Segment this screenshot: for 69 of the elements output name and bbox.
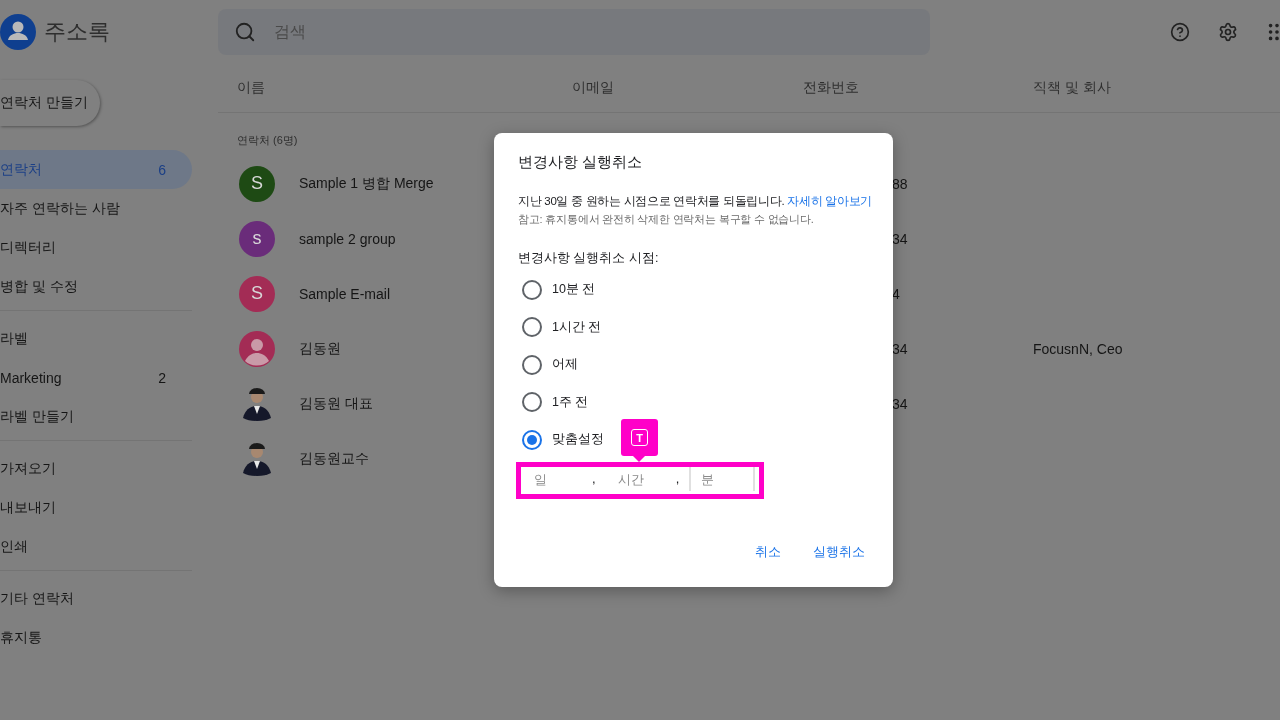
radio-button[interactable] bbox=[522, 392, 542, 413]
radio-label: 1주 전 bbox=[552, 393, 589, 411]
sidebar-item[interactable]: 자주 연락하는 사람 bbox=[0, 189, 192, 228]
contact-name: 김동원 bbox=[299, 339, 341, 358]
section-label: 연락처 (6명) bbox=[236, 133, 299, 148]
create-contact-button[interactable]: 연락처 만들기 bbox=[0, 80, 100, 126]
radio-label: 1시간 전 bbox=[552, 318, 602, 336]
sidebar-item-label: 디렉터리 bbox=[0, 238, 56, 257]
sidebar-item-count: 2 bbox=[158, 369, 166, 386]
sidebar-item-label: 자주 연락하는 사람 bbox=[0, 199, 120, 218]
column-header[interactable]: 이메일 bbox=[572, 79, 803, 97]
separator: , bbox=[675, 470, 680, 487]
search-icon bbox=[234, 21, 256, 43]
sidebar-item[interactable]: 병합 및 수정 bbox=[0, 267, 192, 306]
radio-label: 어제 bbox=[552, 356, 578, 374]
sidebar-item[interactable]: 가져오기 bbox=[0, 449, 192, 488]
sidebar-item-label: 인쇄 bbox=[0, 537, 28, 556]
sidebar-item[interactable]: Marketing 2 bbox=[0, 358, 192, 397]
dialog-prompt: 변경사항 실행취소 시점: bbox=[518, 250, 660, 267]
avatar: S bbox=[239, 165, 275, 202]
phone-cell: 34 bbox=[892, 340, 908, 357]
sidebar-item-label: 가져오기 bbox=[0, 459, 56, 478]
radio-label: 맞춤설정 bbox=[552, 431, 604, 449]
contact-name: Sample 1 병합 Merge bbox=[299, 174, 434, 193]
avatar: S bbox=[239, 275, 275, 312]
radio-button[interactable] bbox=[522, 317, 542, 338]
radio-button[interactable] bbox=[522, 279, 542, 300]
avatar: s bbox=[239, 220, 275, 257]
column-header[interactable]: 직책 및 회사 bbox=[1033, 79, 1280, 97]
dialog-note: 참고: 휴지통에서 완전히 삭제한 연락처는 복구할 수 없습니다. bbox=[518, 212, 815, 227]
sidebar-item[interactable]: 인쇄 bbox=[0, 527, 192, 566]
sidebar-item-label: Marketing bbox=[0, 369, 62, 386]
help-icon[interactable] bbox=[1170, 22, 1190, 42]
sidebar-item-label: 휴지통 bbox=[0, 628, 42, 647]
phone-cell: 34 bbox=[892, 395, 908, 412]
phone-cell: 4 bbox=[892, 285, 900, 302]
sidebar-item-label: 내보내기 bbox=[0, 498, 56, 517]
sidebar-item-label: 라벨 bbox=[0, 329, 28, 348]
radio-button[interactable] bbox=[522, 354, 542, 375]
contact-name: 김동원교수 bbox=[299, 449, 369, 468]
radio-button[interactable] bbox=[522, 429, 542, 450]
radio-label: 10분 전 bbox=[552, 281, 596, 299]
phone-cell: 34 bbox=[892, 230, 908, 247]
sidebar-item[interactable]: 디렉터리 bbox=[0, 228, 192, 267]
dialog-title: 변경사항 실행취소 bbox=[518, 153, 644, 172]
dialog-button[interactable]: 실행취소 bbox=[809, 541, 869, 563]
sidebar-item[interactable]: 내보내기 bbox=[0, 488, 192, 527]
sidebar-item-label: 기타 연락처 bbox=[0, 589, 74, 608]
sidebar-item-count: 6 bbox=[158, 161, 166, 178]
annotation-label: T bbox=[631, 429, 648, 446]
settings-icon[interactable] bbox=[1218, 22, 1238, 42]
company-cell-text: FocusnN, Ceo bbox=[1033, 340, 1124, 357]
contacts-logo-icon bbox=[0, 14, 36, 50]
sidebar-item-label: 연락처 bbox=[0, 160, 42, 179]
sidebar-item-label: 병합 및 수정 bbox=[0, 277, 78, 296]
sidebar-item-label: 라벨 만들기 bbox=[0, 407, 74, 426]
contact-name: Sample E-mail bbox=[299, 285, 391, 302]
app-title: 주소록 bbox=[44, 18, 110, 46]
phone-cell: 88 bbox=[892, 175, 908, 192]
sidebar-item[interactable]: 라벨 만들기 bbox=[0, 397, 192, 436]
separator: , bbox=[592, 470, 596, 487]
column-header[interactable]: 이름 bbox=[237, 79, 572, 97]
sidebar-item[interactable]: 라벨 bbox=[0, 319, 192, 358]
dialog-button[interactable]: 취소 bbox=[751, 541, 785, 563]
contact-name: sample 2 group bbox=[299, 230, 396, 247]
contact-name: 김동원 대표 bbox=[299, 394, 373, 413]
sidebar-item[interactable]: 기타 연락처 bbox=[0, 579, 192, 618]
sidebar-item[interactable]: 휴지통 bbox=[0, 618, 192, 657]
column-header[interactable]: 전화번호 bbox=[803, 79, 1033, 97]
